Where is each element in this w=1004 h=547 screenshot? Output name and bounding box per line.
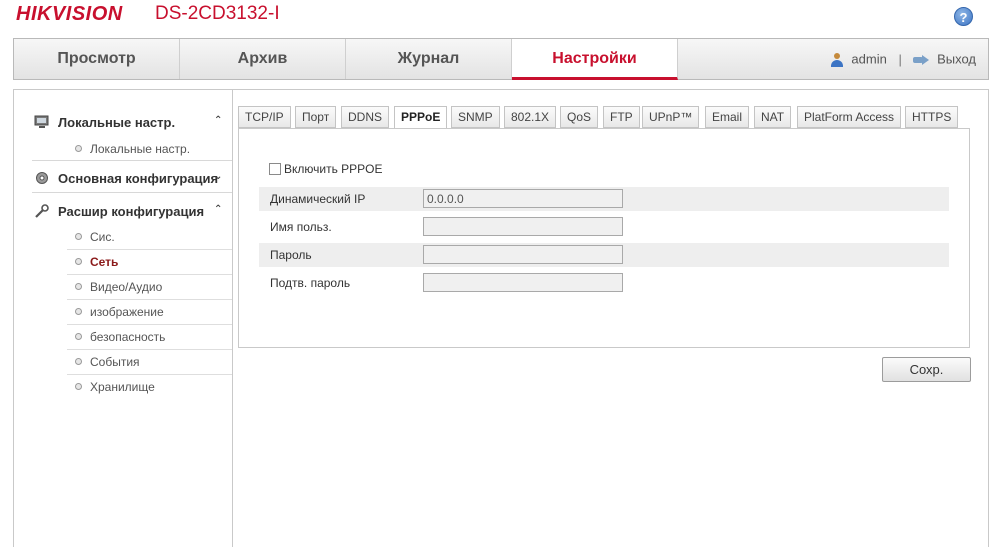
top-navigation: Просмотр Архив Журнал Настройки admin | … <box>13 38 989 80</box>
bullet-icon <box>75 258 82 266</box>
sidebar-item-events[interactable]: События <box>67 350 232 375</box>
hikvision-logo: HIKVISION <box>16 3 123 25</box>
dynamic-ip-label: Динамический IP <box>270 192 366 206</box>
tab-pppoe[interactable]: PPPoE <box>394 106 448 129</box>
sidebar-section-label: Расшир конфигурация <box>58 204 205 219</box>
bullet-icon <box>75 145 82 153</box>
sidebar-item-system[interactable]: Сис. <box>67 225 232 250</box>
username-row: Имя польз. <box>259 215 949 239</box>
tab-port[interactable]: Порт <box>295 106 337 128</box>
tab-archive[interactable]: Архив <box>180 39 346 79</box>
enable-pppoe-row[interactable]: Включить PPPOE <box>269 162 383 176</box>
user-icon <box>830 52 844 67</box>
sidebar-item-label: безопасность <box>90 330 166 344</box>
sidebar: Локальные настр. ⌃ Локальные настр. Осно… <box>14 90 233 547</box>
password-row: Пароль <box>259 243 949 267</box>
sidebar-item-security[interactable]: безопасность <box>67 325 232 350</box>
tab-platform-access[interactable]: PlatForm Access <box>797 106 902 128</box>
tab-email[interactable]: Email <box>705 106 750 128</box>
wrench-icon <box>34 204 50 218</box>
main-content: Локальные настр. ⌃ Локальные настр. Осно… <box>13 89 989 547</box>
dynamic-ip-field[interactable] <box>423 189 623 208</box>
header: HIKVISION DS-2CD3132-I ? <box>0 0 1004 36</box>
enable-pppoe-label: Включить PPPOE <box>284 162 383 176</box>
device-model: DS-2CD3132-I <box>155 3 280 24</box>
help-icon[interactable]: ? <box>954 7 973 26</box>
sidebar-item-network[interactable]: Сеть <box>67 250 232 275</box>
bullet-icon <box>75 308 82 316</box>
tab-ddns[interactable]: DDNS <box>341 106 390 128</box>
bullet-icon <box>75 358 82 366</box>
tab-nat[interactable]: NAT <box>754 106 792 128</box>
chevron-up-icon[interactable]: ⌃ <box>214 115 222 126</box>
sidebar-item-label: Сеть <box>90 255 119 269</box>
username[interactable]: admin <box>851 52 886 67</box>
confirm-password-field[interactable] <box>423 273 623 292</box>
username-label: Имя польз. <box>270 220 332 234</box>
password-field[interactable] <box>423 245 623 264</box>
tab-settings[interactable]: Настройки <box>512 39 678 80</box>
bullet-icon <box>75 233 82 241</box>
chevron-down-icon[interactable]: ⌄ <box>214 171 222 182</box>
bullet-icon <box>75 283 82 291</box>
separator: | <box>898 51 902 67</box>
divider <box>32 192 232 193</box>
sidebar-section-local[interactable]: Локальные настр. ⌃ <box>34 107 230 137</box>
bullet-icon <box>75 383 82 391</box>
user-area: admin | Выход <box>830 39 976 79</box>
tab-https[interactable]: HTTPS <box>905 106 959 128</box>
chevron-up-icon[interactable]: ⌃ <box>214 204 222 215</box>
sidebar-section-label: Основная конфигурация <box>58 171 219 186</box>
dynamic-ip-row: Динамический IP <box>259 187 949 211</box>
sidebar-item-label: Хранилище <box>90 380 155 394</box>
tab-preview[interactable]: Просмотр <box>14 39 180 79</box>
monitor-icon <box>34 115 50 129</box>
tab-snmp[interactable]: SNMP <box>451 106 500 128</box>
tab-tcpip[interactable]: TCP/IP <box>238 106 291 128</box>
divider <box>32 160 232 161</box>
sidebar-section-basic[interactable]: Основная конфигурация ⌄ <box>34 163 230 193</box>
sidebar-item-image[interactable]: изображение <box>67 300 232 325</box>
sidebar-item-label: Видео/Аудио <box>90 280 163 294</box>
logout-icon[interactable] <box>913 54 930 65</box>
tab-journal[interactable]: Журнал <box>346 39 512 79</box>
bullet-icon <box>75 333 82 341</box>
sidebar-item-label: Сис. <box>90 230 115 244</box>
tab-ftp[interactable]: FTP <box>603 106 640 128</box>
sidebar-item-label: Локальные настр. <box>90 142 191 156</box>
confirm-password-row: Подтв. пароль <box>259 271 949 295</box>
enable-pppoe-checkbox[interactable] <box>269 162 281 175</box>
sidebar-item-video-audio[interactable]: Видео/Аудио <box>67 275 232 300</box>
sidebar-item-storage[interactable]: Хранилище <box>67 375 232 400</box>
username-field[interactable] <box>423 217 623 236</box>
tab-8021x[interactable]: 802.1X <box>504 106 557 128</box>
confirm-password-label: Подтв. пароль <box>270 276 351 290</box>
password-label: Пароль <box>270 248 312 262</box>
tab-qos[interactable]: QoS <box>560 106 599 128</box>
sidebar-item-local-settings[interactable]: Локальные настр. <box>67 137 232 162</box>
sidebar-item-label: изображение <box>90 305 164 319</box>
gear-icon <box>34 171 50 185</box>
tab-upnp[interactable]: UPnP™ <box>642 106 700 128</box>
sidebar-item-label: События <box>90 355 140 369</box>
logout-link[interactable]: Выход <box>937 52 976 67</box>
sidebar-section-label: Локальные настр. <box>58 115 176 130</box>
pppoe-panel: Включить PPPOE Динамический IP Имя польз… <box>238 128 970 348</box>
save-button[interactable]: Сохр. <box>882 357 971 382</box>
sidebar-section-advanced[interactable]: Расшир конфигурация ⌃ <box>34 196 230 226</box>
